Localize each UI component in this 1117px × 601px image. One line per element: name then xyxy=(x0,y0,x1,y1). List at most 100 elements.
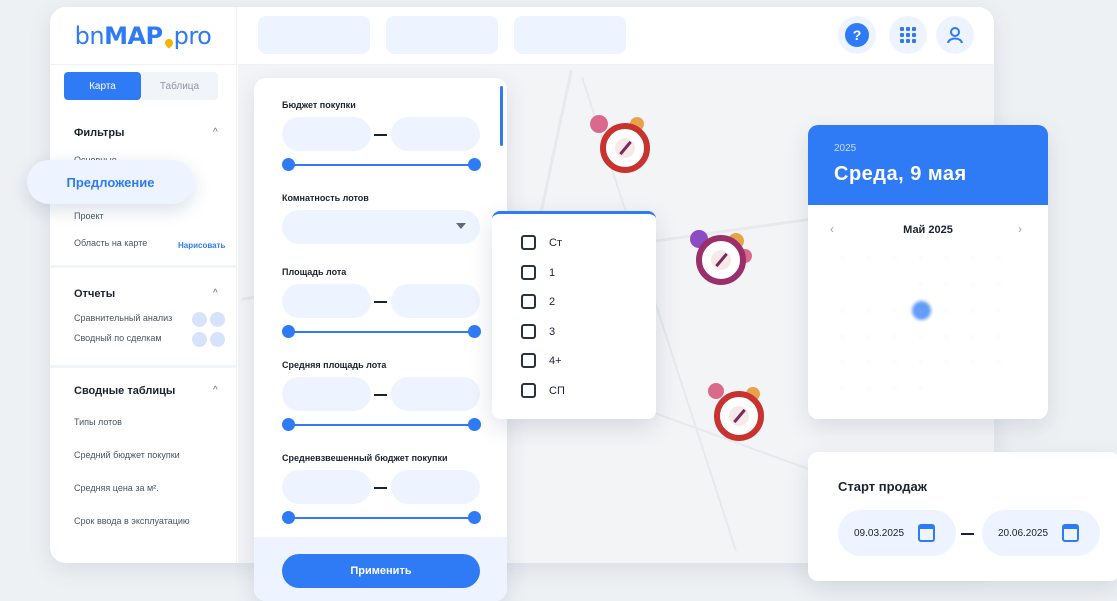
slider-max-handle[interactable] xyxy=(468,325,481,338)
filters-panel: Бюджет покупки Комнатность лотов Площадь… xyxy=(254,78,507,601)
area-label: Площадь лота xyxy=(282,267,347,277)
map-marker[interactable] xyxy=(600,123,650,173)
chevron-up-icon[interactable]: ^ xyxy=(213,385,218,396)
apps-button[interactable] xyxy=(889,16,927,54)
sidebar: Карта Таблица Фильтры ^ Основные Проект … xyxy=(50,65,237,563)
sidebar-item-avg-price[interactable]: Средняя цена за м². xyxy=(74,483,159,493)
report-toggles[interactable] xyxy=(192,332,225,347)
rooms-option[interactable]: СП xyxy=(521,383,565,398)
rooms-option[interactable]: 4+ xyxy=(521,353,562,368)
chevron-up-icon[interactable]: ^ xyxy=(213,127,218,138)
sidebar-item-commissioning[interactable]: Срок ввода в эксплуатацию xyxy=(74,516,190,526)
view-switcher: Карта Таблица xyxy=(64,72,218,100)
checkbox[interactable] xyxy=(521,265,536,280)
rooms-option[interactable]: 2 xyxy=(521,294,555,309)
avg-area-to-input[interactable] xyxy=(391,377,480,411)
map-marker[interactable] xyxy=(696,235,746,285)
rooms-dropdown: Ст 1 2 3 4+ СП xyxy=(492,211,656,419)
range-dash xyxy=(374,487,387,489)
budget-slider[interactable] xyxy=(282,158,481,171)
budget-label: Бюджет покупки xyxy=(282,100,356,110)
rooms-option[interactable]: Ст xyxy=(521,235,562,250)
slider-min-handle[interactable] xyxy=(282,418,295,431)
sales-start-title: Старт продаж xyxy=(838,479,927,494)
sidebar-item-avg-budget[interactable]: Средний бюджет покупки xyxy=(74,450,180,460)
area-to-input[interactable] xyxy=(391,284,480,318)
range-dash xyxy=(374,301,387,303)
weighted-budget-slider[interactable] xyxy=(282,511,481,524)
budget-from-input[interactable] xyxy=(282,117,371,151)
avg-area-from-input[interactable] xyxy=(282,377,371,411)
top-bar: bnMAP pro ? xyxy=(50,7,994,65)
weighted-budget-to-input[interactable] xyxy=(391,470,480,504)
checkbox[interactable] xyxy=(521,383,536,398)
scrollbar[interactable] xyxy=(500,86,503,146)
checkbox[interactable] xyxy=(521,294,536,309)
checkbox[interactable] xyxy=(521,353,536,368)
slider-max-handle[interactable] xyxy=(468,418,481,431)
rooms-select[interactable] xyxy=(282,210,480,244)
profile-button[interactable] xyxy=(936,16,974,54)
slider-min-handle[interactable] xyxy=(282,325,295,338)
calendar-icon[interactable] xyxy=(1062,524,1079,542)
area-from-input[interactable] xyxy=(282,284,371,318)
apps-grid-icon xyxy=(900,27,916,43)
area-slider[interactable] xyxy=(282,325,481,338)
checkbox[interactable] xyxy=(521,235,536,250)
report-toggles[interactable] xyxy=(192,312,225,327)
sidebar-item-deals-summary[interactable]: Сводный по сделкам xyxy=(74,333,162,343)
chevron-down-icon xyxy=(456,223,466,229)
calendar-month: Май 2025 xyxy=(903,224,953,236)
range-dash xyxy=(961,533,974,535)
logo-text: bnMAP pro xyxy=(74,22,212,50)
rooms-option[interactable]: 1 xyxy=(521,265,555,280)
calendar-days-grid[interactable]: · · · · · · · · · · · · · · · · · · · · · · · · · · · · · · · · · · ·… xyxy=(830,249,1012,398)
map-marker[interactable] xyxy=(714,391,764,441)
budget-to-input[interactable] xyxy=(391,117,480,151)
range-dash xyxy=(374,134,387,136)
help-button[interactable]: ? xyxy=(838,16,876,54)
draw-link[interactable]: Нарисовать xyxy=(178,241,225,250)
top-tab-2[interactable] xyxy=(386,16,498,54)
rooms-option[interactable]: 3 xyxy=(521,324,555,339)
reports-section-title[interactable]: Отчеты xyxy=(74,288,115,300)
tab-map[interactable]: Карта xyxy=(64,72,141,100)
sidebar-item-comparative-analysis[interactable]: Сравнительный анализ xyxy=(74,313,172,323)
slider-max-handle[interactable] xyxy=(468,511,481,524)
slider-max-handle[interactable] xyxy=(468,158,481,171)
checkbox[interactable] xyxy=(521,324,536,339)
help-icon: ? xyxy=(845,23,869,47)
avg-area-slider[interactable] xyxy=(282,418,481,431)
weighted-budget-from-input[interactable] xyxy=(282,470,371,504)
apply-button[interactable]: Применить xyxy=(282,554,480,588)
sales-date-from[interactable]: 09.03.2025 xyxy=(838,510,956,556)
divider xyxy=(50,265,237,268)
chevron-right-icon[interactable]: › xyxy=(1018,222,1022,236)
sales-date-to[interactable]: 20.06.2025 xyxy=(982,510,1100,556)
pin-icon xyxy=(162,37,175,49)
chevron-up-icon[interactable]: ^ xyxy=(213,288,218,299)
sidebar-item-lot-types[interactable]: Типы лотов xyxy=(74,417,122,427)
top-tab-1[interactable] xyxy=(258,16,370,54)
offer-chip[interactable]: Предложение xyxy=(27,160,194,204)
pivot-section-title[interactable]: Сводные таблицы xyxy=(74,385,175,397)
date-picker: 2025 Среда, 9 мая ‹ Май 2025 › · · · · · · · ·… xyxy=(808,125,1048,419)
tab-table[interactable]: Таблица xyxy=(141,72,218,100)
filters-section-title[interactable]: Фильтры xyxy=(74,127,124,139)
divider xyxy=(50,365,237,368)
calendar-year[interactable]: 2025 xyxy=(834,143,856,154)
logo[interactable]: bnMAP pro xyxy=(50,7,237,65)
weighted-budget-label: Средневзвешенный бюджет покупки xyxy=(282,453,448,463)
sidebar-item-project[interactable]: Проект xyxy=(74,211,104,221)
range-dash xyxy=(374,394,387,396)
calendar-icon[interactable] xyxy=(918,524,935,542)
slider-min-handle[interactable] xyxy=(282,158,295,171)
avg-area-label: Средняя площадь лота xyxy=(282,360,387,370)
sales-start-card: Старт продаж 09.03.2025 20.06.2025 xyxy=(808,452,1117,581)
slider-min-handle[interactable] xyxy=(282,511,295,524)
user-icon xyxy=(947,27,963,44)
date-picker-header: 2025 Среда, 9 мая xyxy=(808,125,1048,205)
sidebar-item-map-area[interactable]: Область на карте xyxy=(74,238,147,248)
top-tab-3[interactable] xyxy=(514,16,626,54)
calendar-selected-date: Среда, 9 мая xyxy=(834,163,967,185)
